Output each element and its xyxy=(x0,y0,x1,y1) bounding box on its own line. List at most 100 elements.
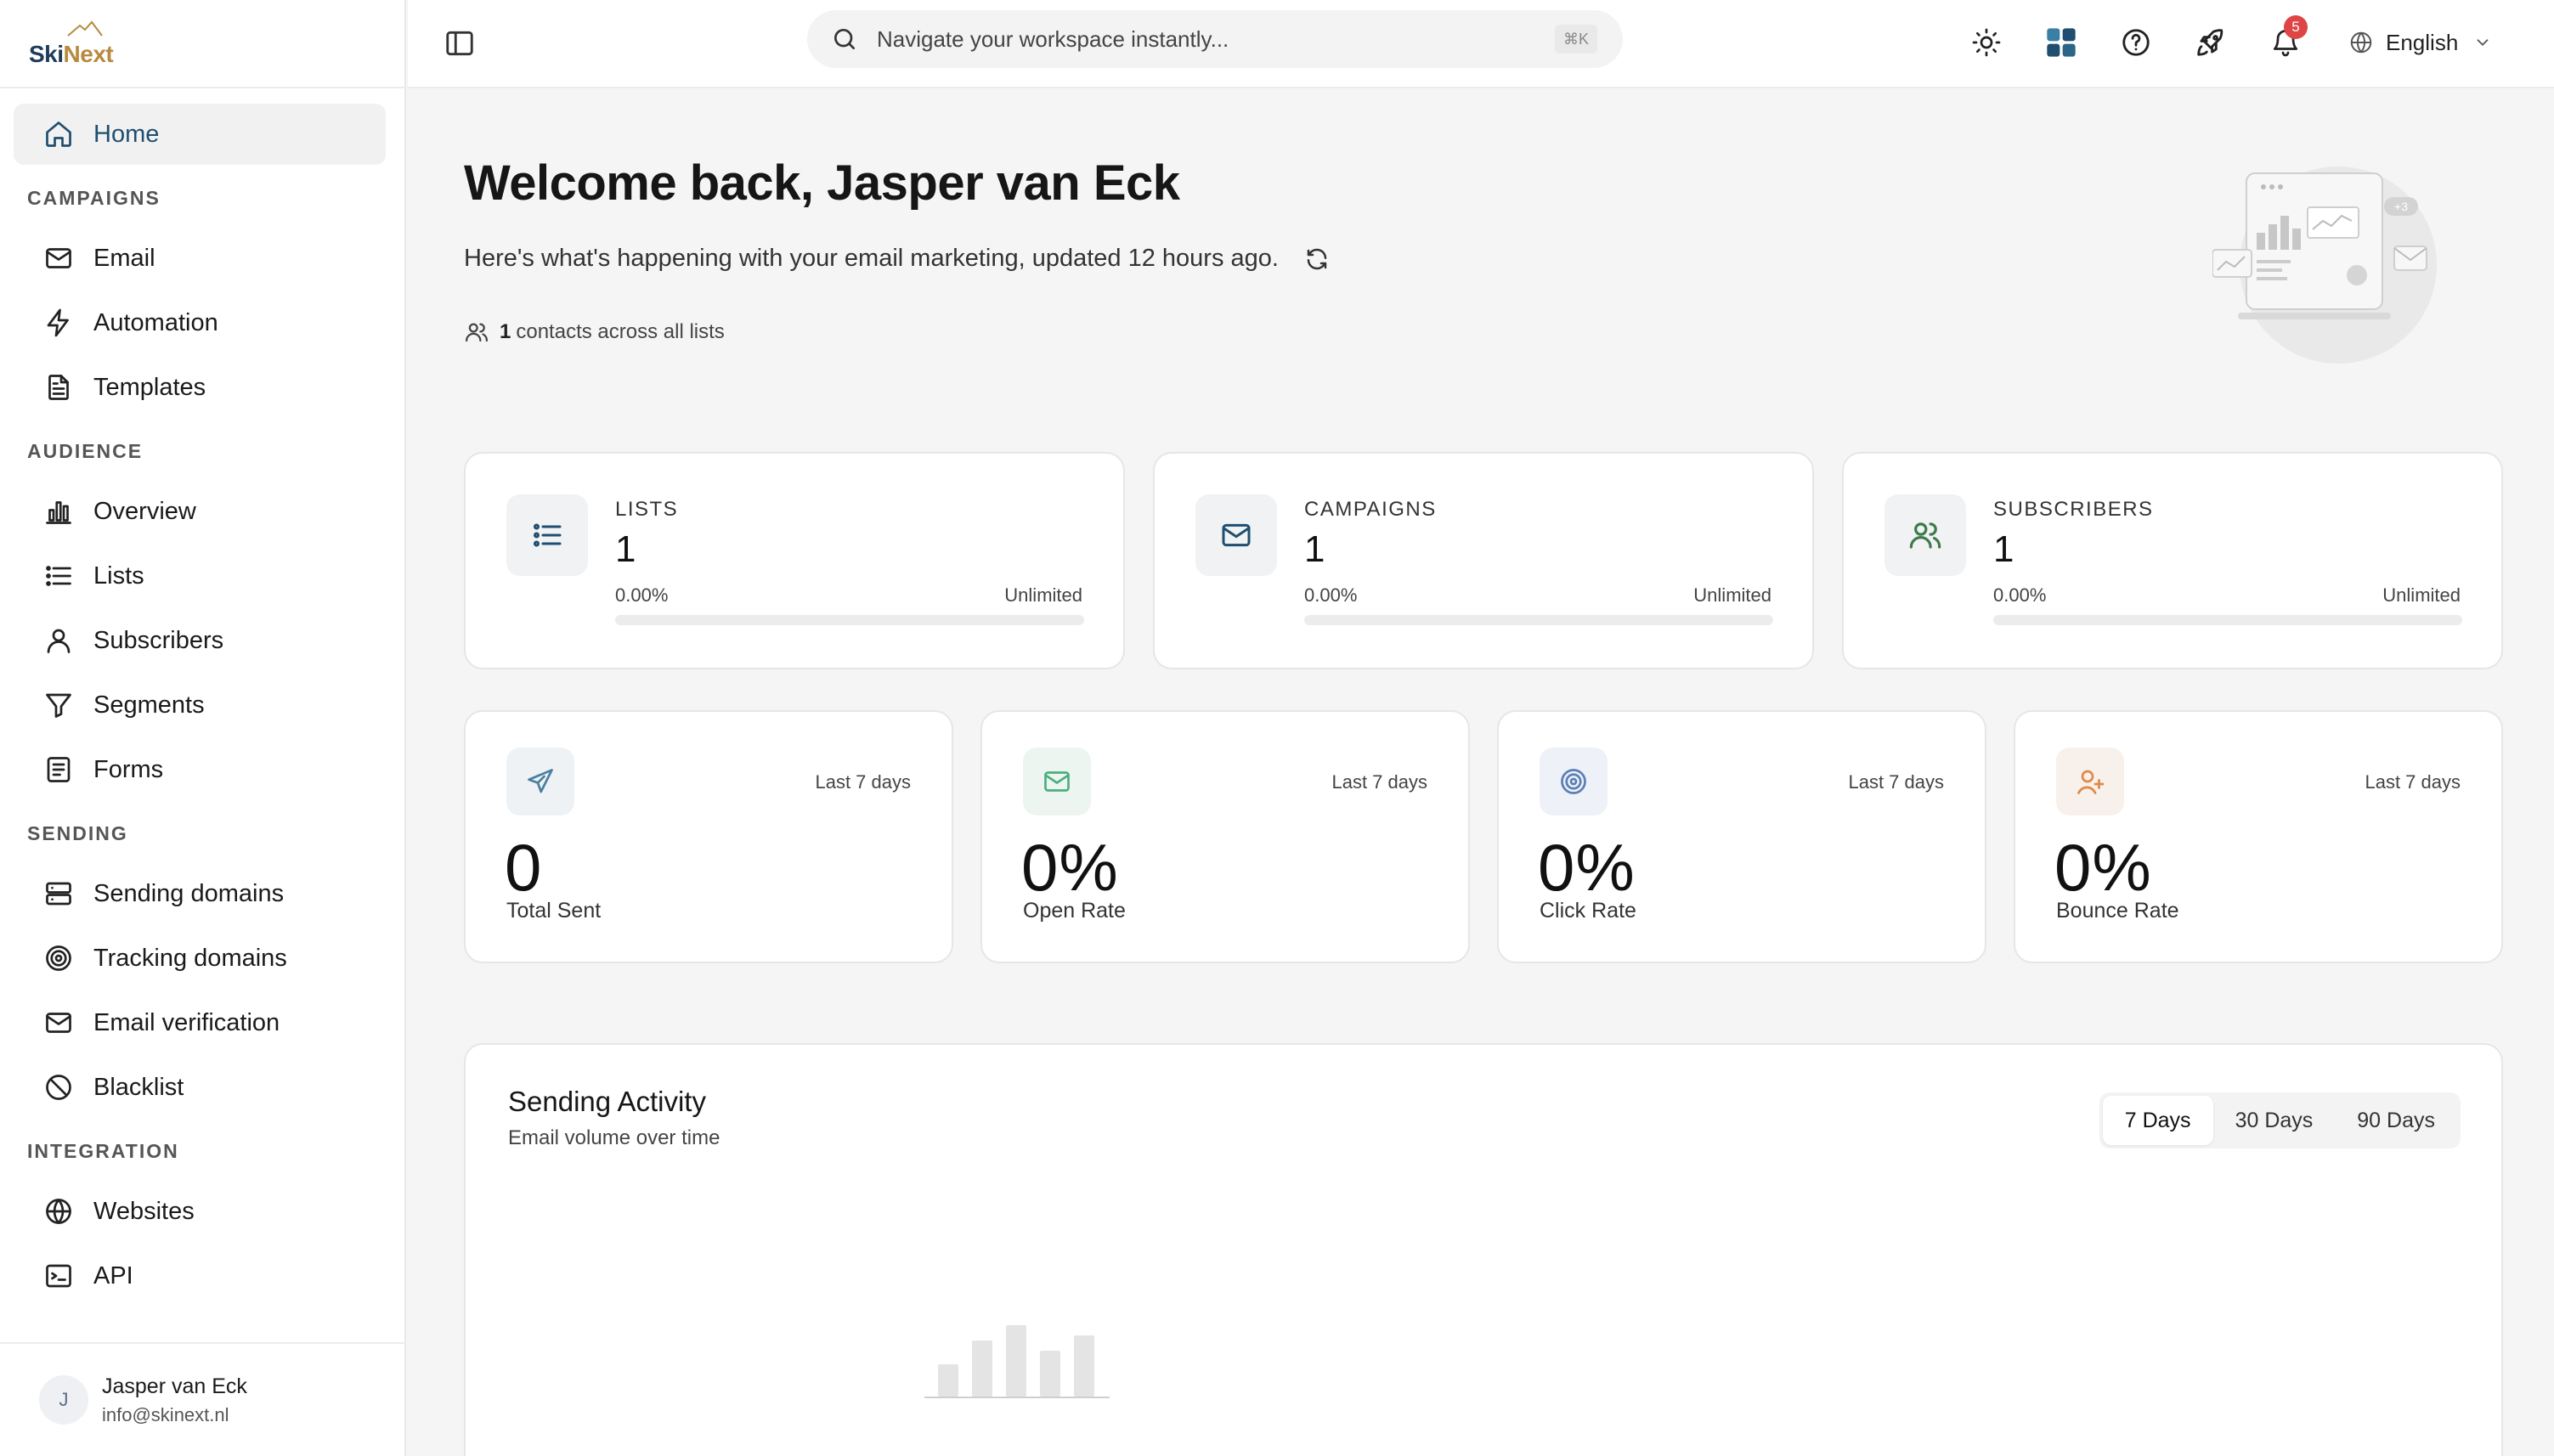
refresh-icon xyxy=(1307,248,1327,269)
app-switcher-button[interactable] xyxy=(2037,19,2085,66)
stat-percent: 0.00% xyxy=(1304,584,1358,606)
stat-progress-bar xyxy=(1993,615,2462,625)
sidebar-item-label: Segments xyxy=(93,691,205,719)
language-selector[interactable]: English xyxy=(2348,30,2492,56)
target-icon xyxy=(1561,769,1586,794)
sidebar-item-label: Subscribers xyxy=(93,626,224,654)
lightning-icon xyxy=(42,307,75,339)
metric-card-click-rate: Last 7 days 0% Click Rate xyxy=(1497,710,1986,963)
tab-30-days[interactable]: 30 Days xyxy=(2213,1096,2336,1145)
sidebar-item-blacklist[interactable]: Blacklist xyxy=(14,1057,386,1118)
topbar: ⌘K 5 English xyxy=(408,0,2554,88)
sidebar-item-subscribers[interactable]: Subscribers xyxy=(14,610,386,671)
metric-label: Total Sent xyxy=(506,899,602,923)
refresh-button[interactable] xyxy=(1304,246,1330,272)
sidebar-toggle-button[interactable] xyxy=(440,24,479,63)
period-tabs: 7 Days 30 Days 90 Days xyxy=(2099,1092,2461,1148)
sidebar-item-forms[interactable]: Forms xyxy=(14,739,386,800)
sidebar-item-segments[interactable]: Segments xyxy=(14,674,386,736)
sidebar-item-label: Forms xyxy=(93,755,164,783)
user-icon xyxy=(42,624,75,657)
metric-card-total-sent: Last 7 days 0 Total Sent xyxy=(464,710,953,963)
theme-toggle-button[interactable] xyxy=(1963,19,2010,66)
sidebar-item-email[interactable]: Email xyxy=(14,228,386,289)
sidebar-item-home[interactable]: Home xyxy=(14,104,386,165)
avatar: J xyxy=(39,1375,88,1425)
sidebar-item-label: Lists xyxy=(93,562,144,590)
section-integration: INTEGRATION xyxy=(27,1139,179,1162)
search-input[interactable] xyxy=(877,25,1523,53)
section-subtitle: Email volume over time xyxy=(508,1126,720,1149)
globe-icon xyxy=(42,1195,75,1227)
home-icon xyxy=(42,118,75,150)
sidebar-item-templates[interactable]: Templates xyxy=(14,357,386,418)
stat-progress-bar xyxy=(615,615,1084,625)
rocket-icon xyxy=(2197,29,2223,56)
stat-label: CAMPAIGNS xyxy=(1304,498,1437,521)
metric-period: Last 7 days xyxy=(815,771,911,793)
sidebar: SkiNext Home CAMPAIGNS Email Automation xyxy=(0,0,406,1456)
launch-button[interactable] xyxy=(2187,19,2235,66)
metric-value: 0% xyxy=(2054,830,2152,905)
sidebar-item-label: Overview xyxy=(93,497,196,525)
metric-card-bounce-rate: Last 7 days 0% Bounce Rate xyxy=(2014,710,2503,963)
sidebar-item-automation[interactable]: Automation xyxy=(14,292,386,353)
sidebar-item-sending-domains[interactable]: Sending domains xyxy=(14,863,386,924)
tab-90-days[interactable]: 90 Days xyxy=(2335,1096,2457,1145)
stat-card-subscribers: SUBSCRIBERS 1 0.00% Unlimited xyxy=(1842,452,2503,669)
sidebar-item-label: Sending domains xyxy=(93,879,285,907)
search-bar[interactable]: ⌘K xyxy=(807,10,1623,68)
stat-label: SUBSCRIBERS xyxy=(1993,498,2154,521)
page-title: Welcome back, Jasper van Eck xyxy=(464,155,1180,211)
brand-name-part2: Next xyxy=(63,41,114,67)
search-shortcut: ⌘K xyxy=(1554,25,1597,54)
help-button[interactable] xyxy=(2112,19,2160,66)
metric-icon-box xyxy=(1540,748,1608,815)
sidebar-item-websites[interactable]: Websites xyxy=(14,1181,386,1242)
list-icon xyxy=(533,523,562,547)
illustration-badge: +3 xyxy=(2394,200,2408,213)
sidebar-item-overview[interactable]: Overview xyxy=(14,481,386,542)
metric-period: Last 7 days xyxy=(1848,771,1944,793)
send-icon xyxy=(528,769,553,793)
sun-icon xyxy=(1972,28,2001,57)
mail-icon xyxy=(42,242,75,274)
metric-label: Click Rate xyxy=(1540,899,1636,923)
stat-value: 1 xyxy=(1304,528,1325,570)
section-audience: AUDIENCE xyxy=(27,439,144,462)
tab-7-days[interactable]: 7 Days xyxy=(2102,1096,2213,1145)
contacts-summary: 1 contacts across all lists xyxy=(464,319,725,345)
metric-label: Open Rate xyxy=(1023,899,1126,923)
brand-logo[interactable]: Ski Next xyxy=(29,17,114,68)
topbar-actions: 5 English xyxy=(1963,15,2492,66)
metric-icon-box xyxy=(2056,748,2124,815)
stat-icon-box xyxy=(506,494,588,576)
mountain-logo-icon xyxy=(67,20,103,37)
stat-label: LISTS xyxy=(615,498,679,521)
stat-value: 1 xyxy=(1993,528,2014,570)
sidebar-item-tracking-domains[interactable]: Tracking domains xyxy=(14,928,386,989)
sidebar-item-api[interactable]: API xyxy=(14,1245,386,1306)
user-profile[interactable]: J Jasper van Eck info@skinext.nl xyxy=(0,1342,406,1456)
server-icon xyxy=(42,878,75,910)
terminal-icon xyxy=(42,1260,75,1292)
dashboard-illustration-icon: +3 xyxy=(2212,166,2437,364)
welcome-subtitle: Here's what's happening with your email … xyxy=(464,245,1330,273)
search-icon xyxy=(834,29,855,49)
sidebar-item-label: Websites xyxy=(93,1197,195,1225)
filter-icon xyxy=(42,689,75,721)
metric-period: Last 7 days xyxy=(2365,771,2461,793)
stat-percent: 0.00% xyxy=(615,584,669,606)
sidebar-item-label: Templates xyxy=(93,373,206,401)
form-icon xyxy=(42,753,75,786)
chevron-down-icon xyxy=(2477,39,2489,47)
metric-icon-box xyxy=(506,748,574,815)
section-sending: SENDING xyxy=(27,821,128,844)
notifications-button[interactable]: 5 xyxy=(2262,15,2309,66)
sidebar-item-lists[interactable]: Lists xyxy=(14,545,386,607)
mail-check-icon xyxy=(42,1007,75,1039)
sidebar-item-email-verification[interactable]: Email verification xyxy=(14,992,386,1053)
section-campaigns: CAMPAIGNS xyxy=(27,186,161,209)
target-icon xyxy=(42,942,75,974)
metric-value: 0% xyxy=(1538,830,1636,905)
